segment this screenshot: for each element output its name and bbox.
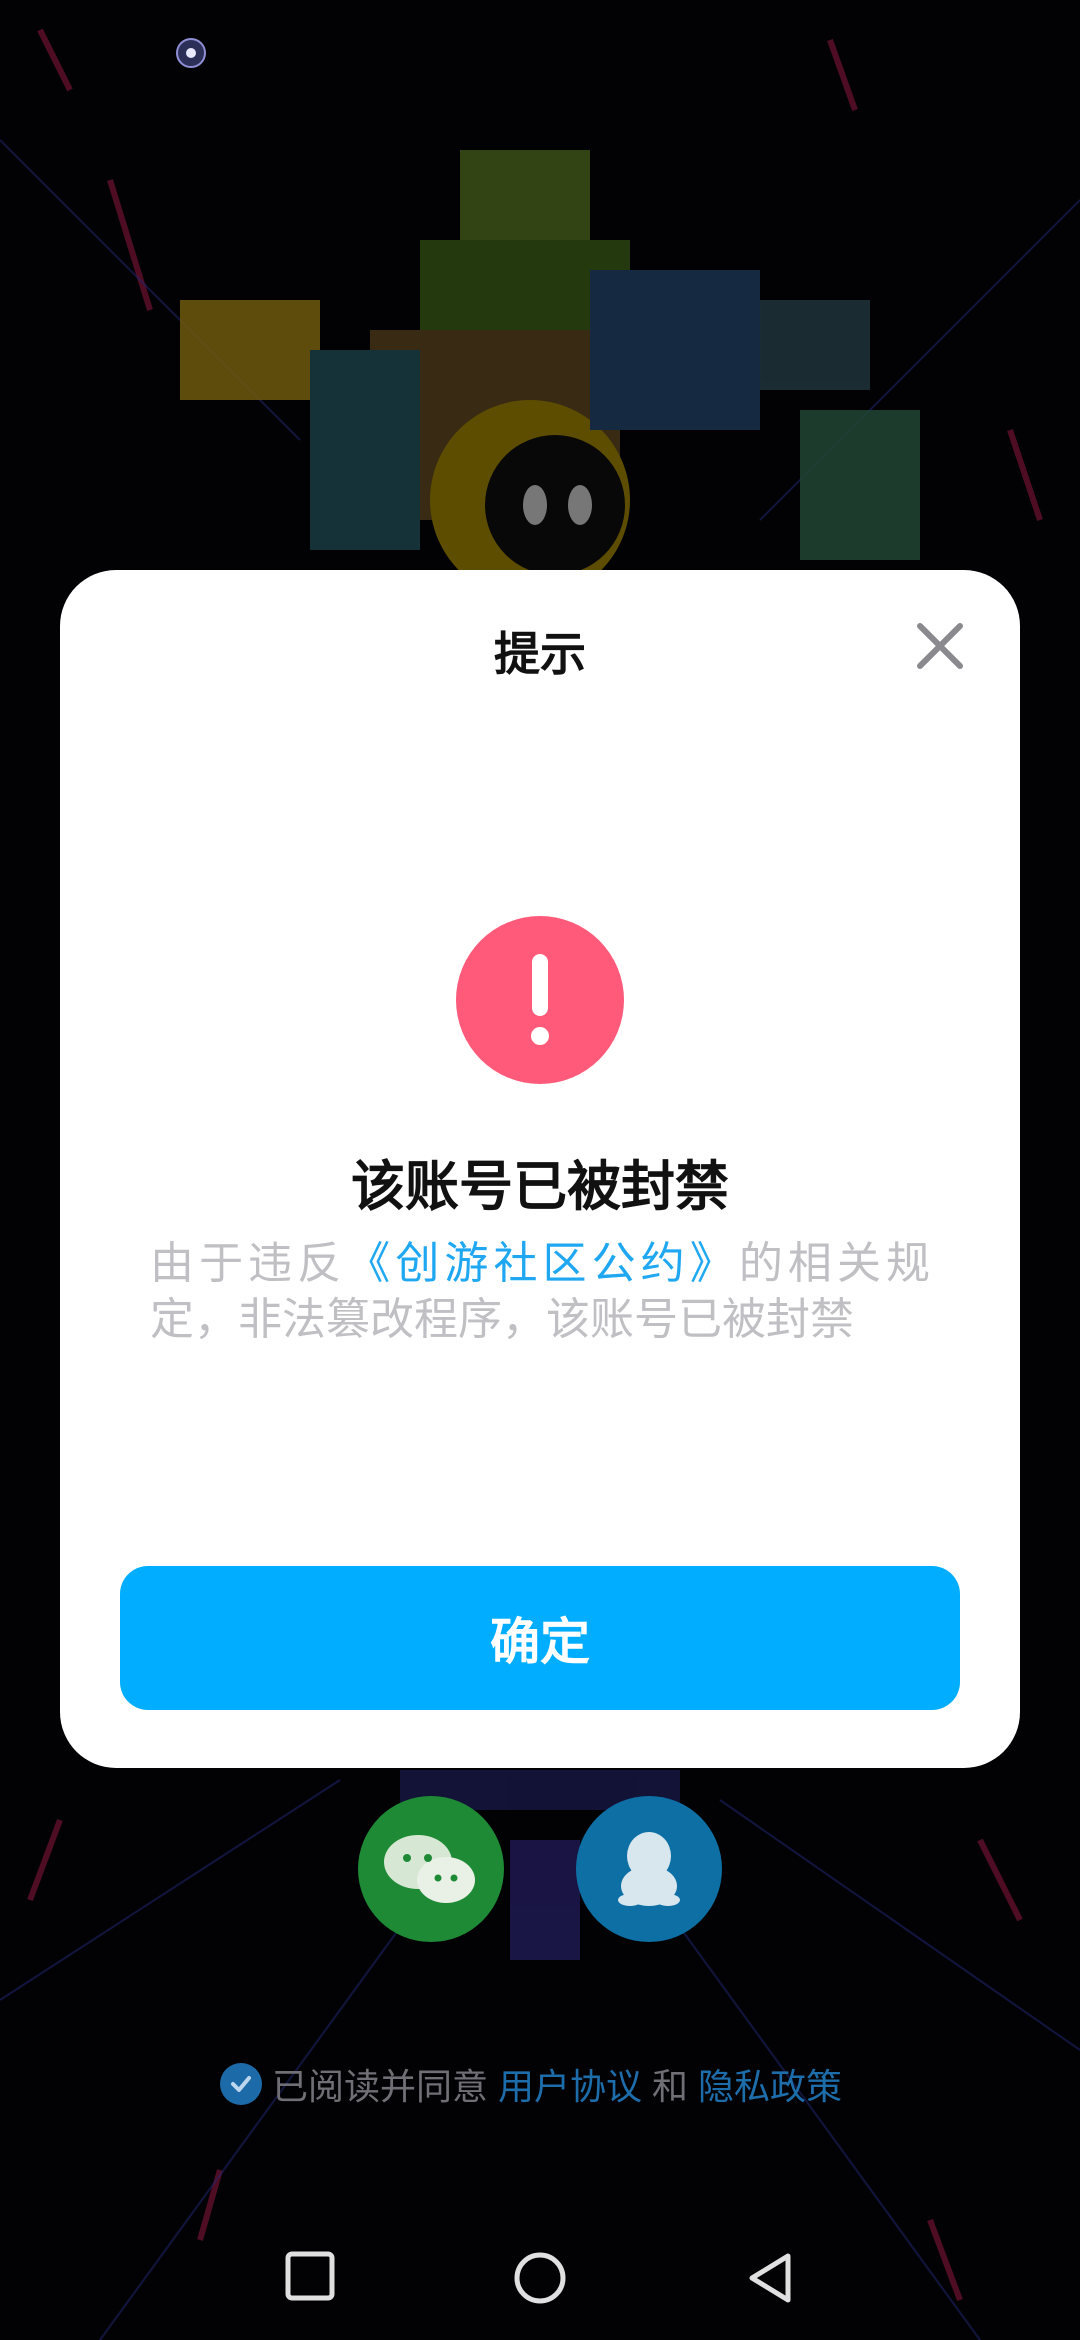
exclamation-icon <box>456 916 624 1084</box>
qq-icon <box>618 1832 680 1906</box>
wechat-login-button[interactable] <box>358 1796 504 1942</box>
agreement-and: 和 <box>652 2067 689 2108</box>
close-icon[interactable] <box>912 618 968 674</box>
qq-login-button[interactable] <box>576 1796 722 1942</box>
ban-headline: 该账号已被封禁 <box>351 1155 729 1218</box>
agreement-row: 已阅读并同意 用户协议 和 隐私政策 <box>220 2056 920 2112</box>
privacy-policy-link[interactable]: 隐私政策 <box>698 2058 842 2110</box>
ban-message: 由于违反《创游社区公约》的相关规定，非法篡改程序，该账号已被封禁 <box>150 1236 930 1348</box>
back-icon[interactable] <box>744 2250 796 2306</box>
user-agreement-link[interactable]: 用户协议 <box>498 2058 642 2110</box>
agreement-text: 已阅读并同意 <box>272 2067 489 2108</box>
recent-apps-icon[interactable] <box>284 2250 336 2302</box>
confirm-button[interactable]: 确定 <box>120 1566 960 1710</box>
checkbox-checked-icon[interactable] <box>220 2063 262 2105</box>
wechat-icon <box>384 1835 475 1903</box>
screen: 提示 该账号已被封禁 由于违反《创游社区公约》的相关规定，非法篡改程序，该账号已… <box>0 0 1080 2340</box>
message-prefix: 由于违反 <box>150 1238 347 1289</box>
community-rules-link[interactable]: 《创游社区公约》 <box>346 1238 739 1289</box>
app-badge-icon <box>176 38 206 68</box>
home-icon[interactable] <box>512 2250 568 2306</box>
